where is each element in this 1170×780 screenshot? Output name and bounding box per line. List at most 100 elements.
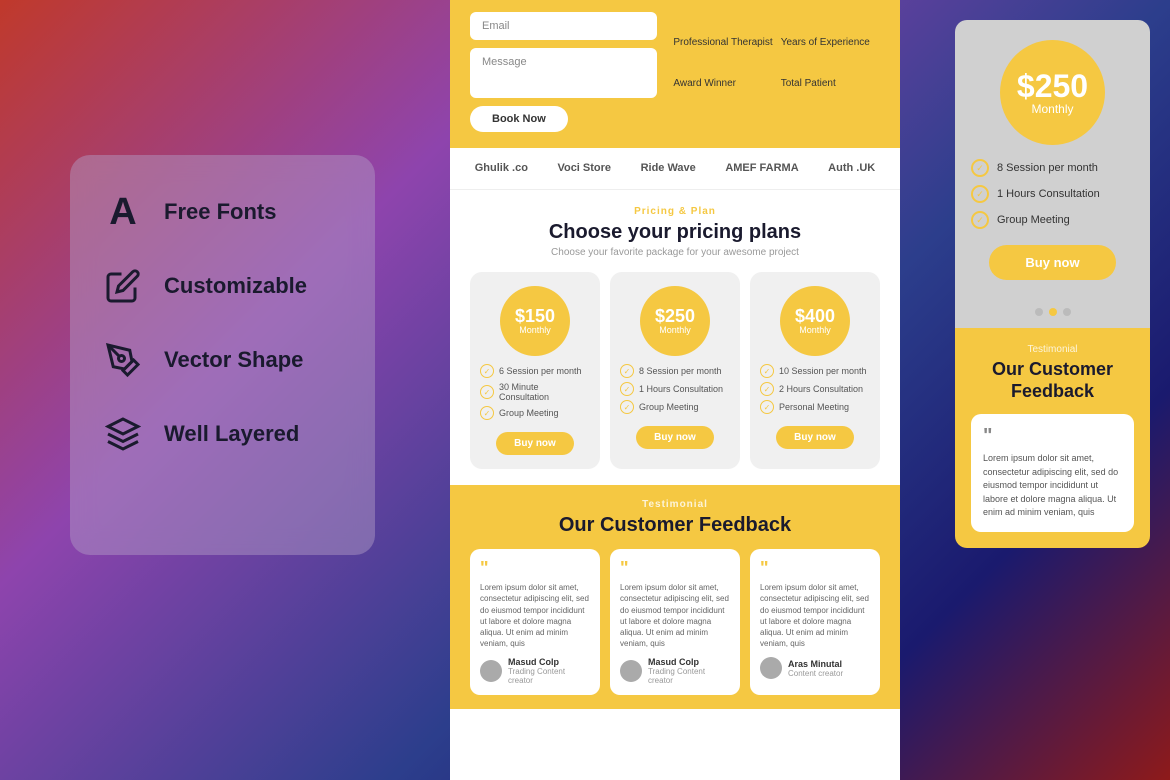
- right-check-icon-2: ✓: [971, 211, 989, 229]
- testimonial-text-2: Lorem ipsum dolor sit amet, consectetur …: [760, 582, 870, 649]
- stat-label-1: Years of Experience: [781, 37, 880, 49]
- price-amount-1: $250: [655, 307, 695, 325]
- check-icon: ✓: [760, 382, 774, 396]
- testimonial-card-2: " Lorem ipsum dolor sit amet, consectetu…: [750, 549, 880, 695]
- stat-item-0: 290+ Professional Therapist: [673, 16, 772, 49]
- feature-label-customizable: Customizable: [164, 273, 307, 299]
- reviewer-0: Masud Colp Trading Content creator: [480, 657, 590, 685]
- check-icon: ✓: [760, 400, 774, 414]
- right-pricing-card: $250 Monthly ✓ 8 Session per month ✓ 1 H…: [955, 20, 1150, 296]
- right-check-icon-1: ✓: [971, 185, 989, 203]
- right-check-icon-0: ✓: [971, 159, 989, 177]
- brands-row: Ghulik .co Voci Store Ride Wave AMEF FAR…: [450, 148, 900, 190]
- feature-2-1: ✓ 2 Hours Consultation: [760, 382, 870, 396]
- testimonial-tag: Testimonial: [470, 499, 880, 510]
- feature-0-1: ✓ 30 Minute Consultation: [480, 382, 590, 402]
- check-icon: ✓: [620, 382, 634, 396]
- reviewer-2: Aras Minutal Content creator: [760, 657, 870, 679]
- price-circle-2: $400 Monthly: [780, 286, 850, 356]
- price-period-2: Monthly: [799, 325, 831, 335]
- feature-0-0: ✓ 6 Session per month: [480, 364, 590, 378]
- feature-vector-shape: Vector Shape: [102, 339, 343, 381]
- buy-button-1[interactable]: Buy now: [636, 426, 714, 449]
- brand-0: Ghulik .co: [475, 162, 528, 175]
- avatar-2: [760, 657, 782, 679]
- right-price-period: Monthly: [1031, 102, 1073, 116]
- features-panel: A Free Fonts Customizable Vector Shape W…: [70, 155, 375, 555]
- center-panel: Email Message Book Now 290+ Professional…: [450, 0, 900, 780]
- testimonial-text-0: Lorem ipsum dolor sit amet, consectetur …: [480, 582, 590, 649]
- check-icon: ✓: [620, 364, 634, 378]
- card-features-0: ✓ 6 Session per month ✓ 30 Minute Consul…: [480, 364, 590, 424]
- right-price-circle: $250 Monthly: [1000, 40, 1105, 145]
- feature-0-2: ✓ Group Meeting: [480, 406, 590, 420]
- avatar-1: [620, 660, 642, 682]
- feature-customizable: Customizable: [102, 265, 343, 307]
- right-testimonial-card: " Lorem ipsum dolor sit amet, consectetu…: [971, 414, 1134, 532]
- dot-0: [1035, 308, 1043, 316]
- check-icon: ✓: [760, 364, 774, 378]
- check-icon: ✓: [620, 400, 634, 414]
- brand-3: AMEF FARMA: [725, 162, 798, 175]
- quote-mark-1: ": [620, 559, 730, 577]
- booking-form: Email Message Book Now: [470, 12, 657, 132]
- stat-item-2: 151 Award Winner: [673, 57, 772, 90]
- right-testimonial: Testimonial Our Customer Feedback " Lore…: [955, 328, 1150, 548]
- stat-item-3: 480+ Total Patient: [781, 57, 880, 90]
- reviewer-1: Masud Colp Trading Content creator: [620, 657, 730, 685]
- right-testimonial-tag: Testimonial: [971, 344, 1134, 355]
- price-period-0: Monthly: [519, 325, 551, 335]
- feature-2-0: ✓ 10 Session per month: [760, 364, 870, 378]
- brand-2: Ride Wave: [641, 162, 696, 175]
- book-now-button[interactable]: Book Now: [470, 106, 568, 132]
- pen-tool-icon: [102, 339, 144, 381]
- pricing-title: Choose your pricing plans: [470, 221, 880, 244]
- stat-label-0: Professional Therapist: [673, 37, 772, 49]
- feature-label-well-layered: Well Layered: [164, 421, 299, 447]
- price-circle-0: $150 Monthly: [500, 286, 570, 356]
- testimonial-card-0: " Lorem ipsum dolor sit amet, consectetu…: [470, 549, 600, 695]
- stat-item-1: 20+ Years of Experience: [781, 16, 880, 49]
- brand-4: Auth .UK: [828, 162, 875, 175]
- card-features-2: ✓ 10 Session per month ✓ 2 Hours Consult…: [760, 364, 870, 418]
- dot-2: [1063, 308, 1071, 316]
- price-amount-2: $400: [795, 307, 835, 325]
- buy-button-2[interactable]: Buy now: [776, 426, 854, 449]
- testimonial-section: Testimonial Our Customer Feedback " Lore…: [450, 485, 900, 709]
- right-buy-button[interactable]: Buy now: [989, 245, 1115, 280]
- check-icon: ✓: [480, 364, 494, 378]
- testimonial-text-1: Lorem ipsum dolor sit amet, consectetur …: [620, 582, 730, 649]
- avatar-0: [480, 660, 502, 682]
- email-field[interactable]: Email: [470, 12, 657, 40]
- right-panel: $250 Monthly ✓ 8 Session per month ✓ 1 H…: [955, 20, 1150, 548]
- stats-grid: 290+ Professional Therapist 20+ Years of…: [673, 12, 880, 132]
- reviewer-name-1: Masud Colp: [648, 657, 730, 667]
- message-field[interactable]: Message: [470, 48, 657, 98]
- pricing-tag: Pricing & Plan: [470, 206, 880, 217]
- pricing-card-2: $400 Monthly ✓ 10 Session per month ✓ 2 …: [750, 272, 880, 469]
- right-testimonial-text: Lorem ipsum dolor sit amet, consectetur …: [983, 452, 1122, 520]
- reviewer-name-0: Masud Colp: [508, 657, 590, 667]
- pricing-card-0: $150 Monthly ✓ 6 Session per month ✓ 30 …: [470, 272, 600, 469]
- feature-free-fonts: A Free Fonts: [102, 191, 343, 233]
- dot-1: [1049, 308, 1057, 316]
- feature-2-2: ✓ Personal Meeting: [760, 400, 870, 414]
- top-section: Email Message Book Now 290+ Professional…: [450, 0, 900, 148]
- testimonial-title: Our Customer Feedback: [470, 514, 880, 537]
- buy-button-0[interactable]: Buy now: [496, 432, 574, 455]
- pricing-subtitle: Choose your favorite package for your aw…: [470, 247, 880, 258]
- feature-1-1: ✓ 1 Hours Consultation: [620, 382, 730, 396]
- feature-well-layered: Well Layered: [102, 413, 343, 455]
- stat-number-3: 480+: [781, 57, 880, 78]
- quote-mark-2: ": [760, 559, 870, 577]
- right-testimonial-title: Our Customer Feedback: [971, 359, 1134, 402]
- check-icon: ✓: [480, 385, 494, 399]
- stat-number-0: 290+: [673, 16, 772, 37]
- reviewer-role-1: Trading Content creator: [648, 667, 730, 685]
- pricing-card-1: $250 Monthly ✓ 8 Session per month ✓ 1 H…: [610, 272, 740, 469]
- letter-a-icon: A: [102, 191, 144, 233]
- right-quote-mark: ": [983, 426, 1122, 446]
- reviewer-role-0: Trading Content creator: [508, 667, 590, 685]
- reviewer-name-2: Aras Minutal: [788, 659, 843, 669]
- brand-1: Voci Store: [557, 162, 611, 175]
